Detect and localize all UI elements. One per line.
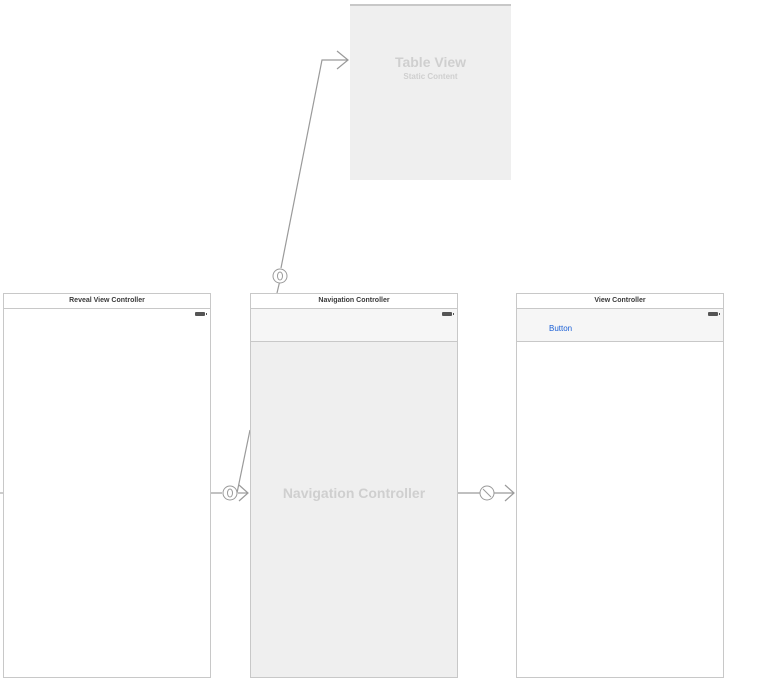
table-view-title: Table View: [394, 54, 467, 70]
segue-reveal-to-navigation-back: [236, 429, 251, 494]
battery-icon: [195, 312, 207, 316]
battery-icon: [708, 312, 720, 316]
relationship-segue-icon: [272, 268, 288, 284]
scene-title[interactable]: View Controller: [517, 294, 723, 309]
navigation-placeholder-label: Navigation Controller: [282, 485, 426, 501]
storyboard-canvas[interactable]: Table View Static Content Reveal View Co…: [0, 0, 761, 693]
reveal-view-controller-scene[interactable]: Reveal View Controller: [3, 293, 211, 678]
table-view-subtitle: Static Content: [403, 72, 458, 81]
navigation-bar: [251, 309, 457, 342]
scene-title[interactable]: Navigation Controller: [251, 294, 457, 309]
segue-navigation-to-view-controller[interactable]: [458, 484, 515, 502]
battery-icon: [442, 312, 454, 316]
segue-navigation-to-table-view[interactable]: [272, 50, 349, 294]
relationship-segue-icon: [222, 485, 238, 501]
button[interactable]: Button: [549, 324, 572, 333]
segue-reveal-to-navigation[interactable]: [211, 484, 249, 502]
view-controller-scene[interactable]: View Controller Button: [516, 293, 724, 678]
navigation-controller-scene[interactable]: Navigation Controller Navigation Control…: [250, 293, 458, 678]
scene-title[interactable]: Reveal View Controller: [4, 294, 210, 309]
navigation-placeholder: Navigation Controller: [251, 342, 457, 677]
navigation-bar: [517, 309, 723, 342]
table-view-scene[interactable]: Table View Static Content: [350, 4, 511, 180]
